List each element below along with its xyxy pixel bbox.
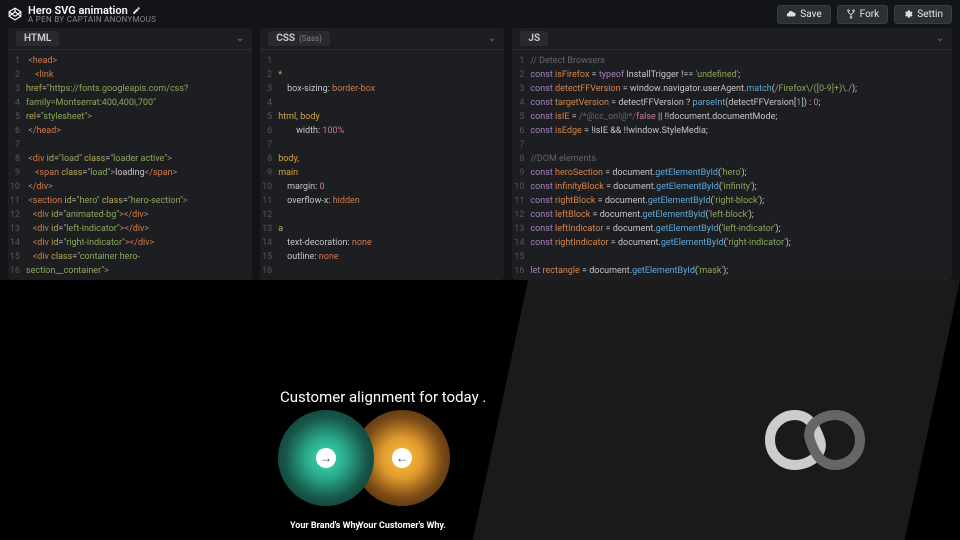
- fork-icon: [846, 9, 856, 19]
- preview-circles: → Your Brand's Why. ← Your Customer's Wh…: [278, 410, 450, 506]
- codepen-logo-icon: [8, 7, 22, 21]
- css-editor[interactable]: 12*3 box-sizing: border-box45html, body6…: [260, 50, 504, 280]
- pen-author: A PEN BY CAPTAIN ANONYMOUS: [28, 16, 777, 24]
- edit-icon: [132, 6, 141, 15]
- brand-label: Your Brand's Why.: [281, 521, 371, 532]
- arrow-left-icon: ←: [392, 448, 412, 468]
- brand-circle[interactable]: → Your Brand's Why.: [278, 410, 374, 506]
- chevron-down-icon[interactable]: ⌄: [936, 33, 944, 44]
- preview-pane: Customer alignment for today . → Your Br…: [0, 280, 960, 540]
- pen-title[interactable]: Hero SVG animation: [28, 5, 777, 16]
- arrow-right-icon: →: [316, 448, 336, 468]
- js-label: JS: [520, 31, 548, 46]
- chevron-down-icon[interactable]: ⌄: [236, 33, 244, 44]
- js-panel-header: JS ⌄: [512, 28, 952, 50]
- save-button[interactable]: Save: [777, 5, 830, 24]
- css-label: CSS (Sass): [268, 31, 330, 46]
- preview-headline: Customer alignment for today .: [280, 388, 486, 406]
- html-label: HTML: [16, 31, 59, 46]
- html-panel: HTML ⌄ 1 <head>2 <link3href="https://fon…: [8, 28, 252, 280]
- editors-row: HTML ⌄ 1 <head>2 <link3href="https://fon…: [0, 28, 960, 280]
- settings-button[interactable]: Settin: [894, 5, 952, 24]
- chevron-down-icon[interactable]: ⌄: [488, 33, 496, 44]
- pen-title-wrap: Hero SVG animation A PEN BY CAPTAIN ANON…: [28, 5, 777, 24]
- html-editor[interactable]: 1 <head>2 <link3href="https://fonts.goog…: [8, 50, 252, 280]
- cloud-icon: [786, 9, 796, 19]
- css-panel-header: CSS (Sass) ⌄: [260, 28, 504, 50]
- js-editor[interactable]: 1// Detect Browsers2const isFirefox = ty…: [512, 50, 952, 280]
- html-panel-header: HTML ⌄: [8, 28, 252, 50]
- infinity-icon: [730, 400, 900, 480]
- css-panel: CSS (Sass) ⌄ 12*3 box-sizing: border-box…: [260, 28, 504, 280]
- gear-icon: [903, 9, 913, 19]
- fork-button[interactable]: Fork: [837, 5, 889, 24]
- top-actions: Save Fork Settin: [777, 5, 952, 24]
- js-panel: JS ⌄ 1// Detect Browsers2const isFirefox…: [512, 28, 952, 280]
- top-bar: Hero SVG animation A PEN BY CAPTAIN ANON…: [0, 0, 960, 28]
